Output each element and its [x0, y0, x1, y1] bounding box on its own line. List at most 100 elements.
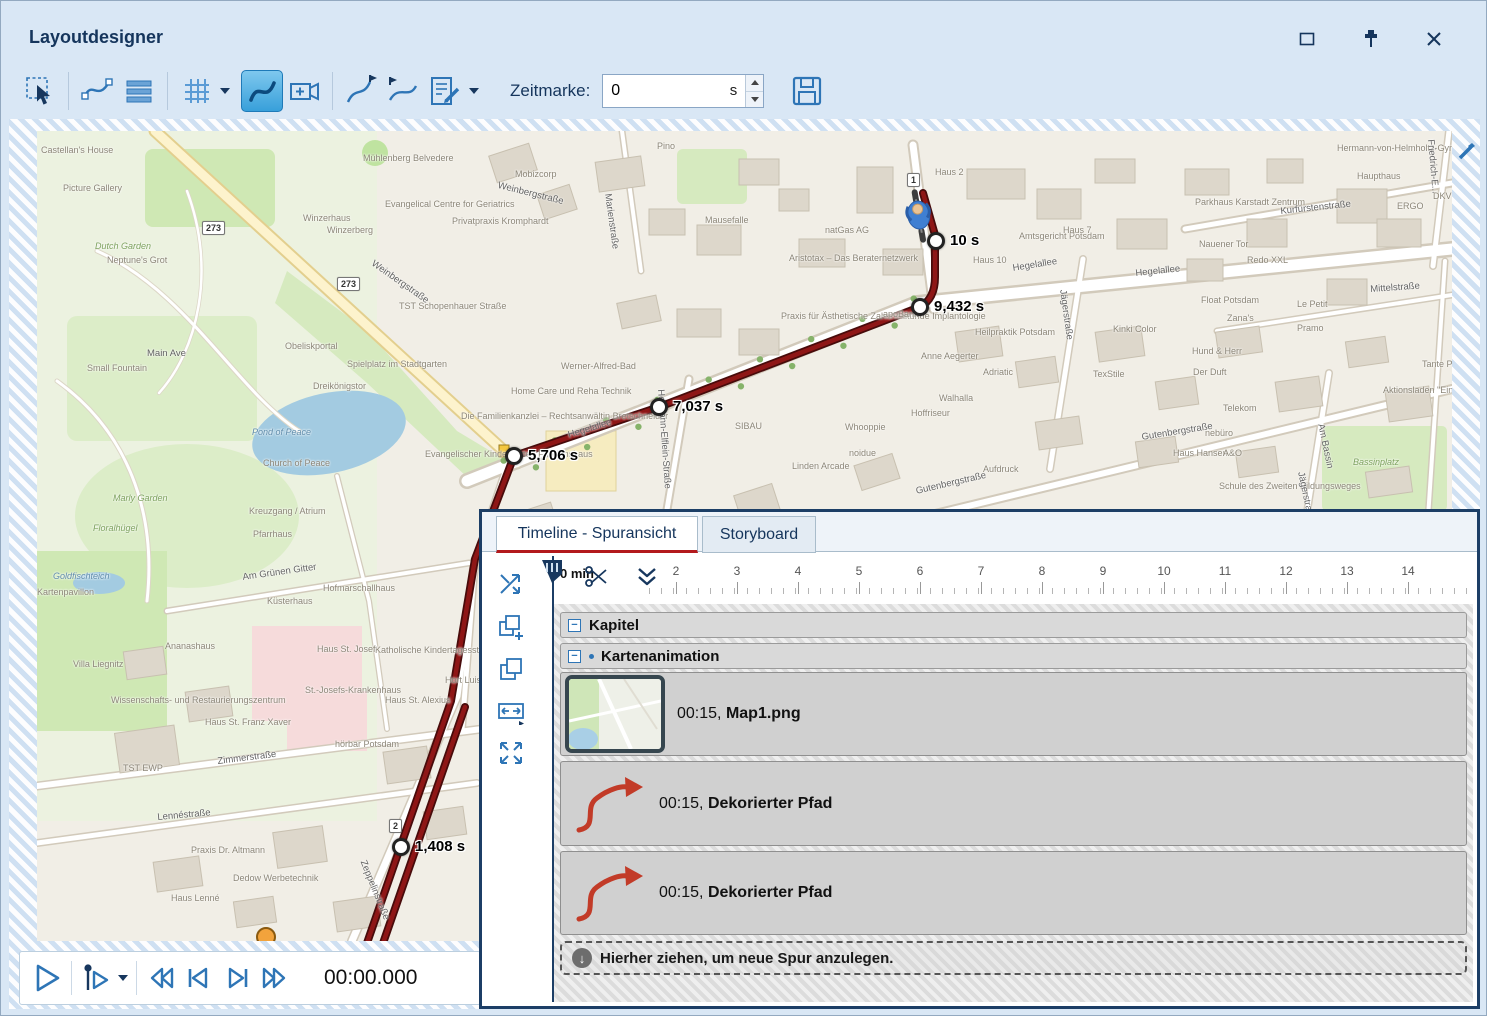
- ruler-tick-minor: [991, 588, 992, 594]
- duplicate-track-button[interactable]: [494, 652, 528, 686]
- select-tool-button[interactable]: [19, 70, 61, 112]
- map-label: Schule des Zweiten Bildungsweges: [1219, 481, 1361, 491]
- map-label: Neptune's Grot: [107, 255, 167, 265]
- arrange-button[interactable]: [494, 568, 528, 602]
- ruler-tick-major: [1103, 582, 1104, 594]
- map-label: Dedow Werbetechnik: [233, 873, 318, 883]
- grid-button[interactable]: [175, 70, 217, 112]
- ruler-tick-minor: [1137, 588, 1138, 594]
- time-marker[interactable]: [911, 298, 929, 316]
- clip-row-map[interactable]: 00:15, Map1.png: [560, 672, 1467, 756]
- skip-forward-button[interactable]: [256, 959, 294, 997]
- group-row-kapitel[interactable]: − Kapitel: [560, 612, 1467, 638]
- ruler-tick-minor: [869, 588, 870, 594]
- map-label: Wissenschafts- und Restaurierungszentrum: [111, 695, 286, 705]
- ruler-tick-major: [1225, 582, 1226, 594]
- ruler-tick-minor: [698, 588, 699, 594]
- window-title: Layoutdesigner: [29, 27, 163, 48]
- map-label: Spielplatz im Stadtgarten: [347, 359, 447, 369]
- form-dropdown-button[interactable]: [466, 70, 482, 112]
- map-label: Obeliskportal: [285, 341, 338, 351]
- go-end-button[interactable]: [218, 959, 256, 997]
- ruler-tick-minor: [1357, 588, 1358, 594]
- chevron-down-icon: [469, 88, 479, 94]
- ruler-tick-minor: [954, 588, 955, 594]
- edit-curve-icon: [79, 73, 115, 109]
- timeline-tabs: Timeline - Spuransicht Storyboard: [482, 512, 1477, 552]
- collapse-all-icon: [634, 564, 660, 590]
- close-icon: [1426, 31, 1442, 47]
- time-marker[interactable]: [650, 398, 668, 416]
- time-marker[interactable]: [392, 838, 410, 856]
- clip-name: Dekorierter Pfad: [708, 884, 833, 901]
- close-button[interactable]: [1416, 21, 1452, 57]
- save-button[interactable]: [786, 70, 828, 112]
- ruler-number: 10: [1157, 564, 1170, 578]
- tab-storyboard[interactable]: Storyboard: [702, 516, 816, 553]
- map-label: Hegelallee: [1012, 257, 1058, 274]
- fit-width-button[interactable]: [494, 694, 528, 728]
- grid-dropdown-button[interactable]: [217, 70, 233, 112]
- zeitmarke-spin-up[interactable]: [746, 75, 763, 92]
- path-start-button[interactable]: [340, 70, 382, 112]
- edit-curve-button[interactable]: [76, 70, 118, 112]
- group-row-kartenanimation[interactable]: − Kartenanimation: [560, 643, 1467, 669]
- ruler-tick-minor: [966, 588, 967, 594]
- ruler-tick-minor: [795, 588, 796, 594]
- time-marker-label: 5,706 s: [528, 447, 578, 464]
- collapse-button[interactable]: −: [568, 619, 581, 632]
- clip-name: Map1.png: [726, 705, 801, 722]
- map-label: Villa Liegnitz: [73, 659, 123, 669]
- clip-row-pfad-1[interactable]: 00:15, Dekorierter Pfad: [560, 761, 1467, 846]
- time-marker[interactable]: [927, 232, 945, 250]
- playhead-icon[interactable]: [540, 558, 564, 586]
- zeitmarke-input[interactable]: [603, 75, 726, 107]
- object-list-button[interactable]: [118, 70, 160, 112]
- timeline-panel: Timeline - Spuransicht Storyboard: [479, 509, 1480, 1009]
- edit-pen-icon[interactable]: [1457, 141, 1477, 161]
- marker-dropdown-button[interactable]: [115, 957, 131, 999]
- play-from-marker-button[interactable]: [77, 959, 115, 997]
- zeitmarke-spin-down[interactable]: [746, 92, 763, 108]
- main-toolbar: Zeitmarke: s: [19, 67, 828, 115]
- expand-tracks-button[interactable]: [494, 736, 528, 770]
- ruler-tick-minor: [1039, 588, 1040, 594]
- time-marker[interactable]: [505, 447, 523, 465]
- ruler-tick-major: [1042, 582, 1043, 594]
- ruler-tick-minor: [1052, 588, 1053, 594]
- map-label: Privatpraxis Kromphardt: [452, 216, 549, 226]
- form-edit-button[interactable]: [424, 70, 466, 112]
- play-button[interactable]: [28, 959, 66, 997]
- ruler-tick-minor: [1283, 588, 1284, 594]
- tab-timeline-spuransicht[interactable]: Timeline - Spuransicht: [496, 516, 698, 553]
- maximize-button[interactable]: [1289, 21, 1325, 57]
- add-track-button[interactable]: [494, 610, 528, 644]
- map-label: Kreuzgang / Atrium: [249, 506, 326, 516]
- pin-button[interactable]: [1353, 21, 1389, 57]
- clip-row-pfad-2[interactable]: 00:15, Dekorierter Pfad: [560, 851, 1467, 935]
- clip-label: 00:15, Map1.png: [677, 705, 801, 723]
- transport-time: 00:00.000: [324, 966, 417, 990]
- ruler-tick-minor: [1332, 588, 1333, 594]
- map-label: TST EWP: [123, 763, 163, 773]
- new-track-dropzone[interactable]: ↓ Hierher ziehen, um neue Spur anzulegen…: [560, 941, 1467, 975]
- map-thumbnail: [565, 675, 665, 753]
- map-label: Haus St. Alexius: [385, 695, 451, 705]
- camera-button[interactable]: [283, 70, 325, 112]
- map-label: Jägerstraße: [1057, 289, 1074, 341]
- fit-width-icon: [497, 697, 525, 725]
- ruler-tick-minor: [844, 588, 845, 594]
- go-start-button[interactable]: [180, 959, 218, 997]
- zeitmarke-label: Zeitmarke:: [510, 81, 590, 101]
- path-tool-button[interactable]: [241, 70, 283, 112]
- path-end-button[interactable]: [382, 70, 424, 112]
- collapse-button[interactable]: −: [568, 650, 581, 663]
- ruler-tick-minor: [881, 588, 882, 594]
- clip-duration: 00:15,: [677, 705, 721, 722]
- scissors-button[interactable]: [582, 562, 612, 592]
- skip-back-button[interactable]: [142, 959, 180, 997]
- road-ref-badge: 273: [202, 221, 225, 235]
- map-label: Pramo: [1297, 323, 1324, 333]
- map-label: Zimmerstraße: [217, 750, 277, 767]
- collapse-all-button[interactable]: [632, 562, 662, 592]
